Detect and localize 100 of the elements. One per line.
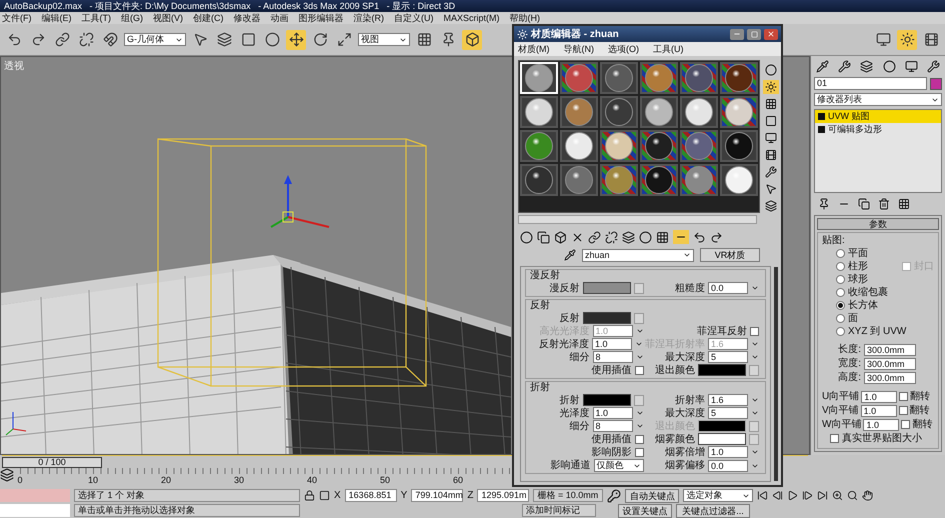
menu-item[interactable]: 选项(O) bbox=[608, 43, 639, 55]
checkbox[interactable] bbox=[830, 434, 839, 443]
spinner-field[interactable]: 0.0 bbox=[708, 282, 748, 294]
sample-sphere-icon[interactable] bbox=[765, 64, 777, 76]
utilities-icon[interactable] bbox=[926, 60, 940, 73]
go-to-parent-icon[interactable] bbox=[693, 230, 706, 244]
radio-button[interactable] bbox=[836, 326, 845, 336]
material-sample-slot[interactable] bbox=[520, 96, 558, 128]
time-slider-thumb[interactable]: 0 / 100 bbox=[2, 456, 102, 468]
spinner-field[interactable]: 1.0 bbox=[860, 404, 897, 416]
horizontal-scrollbar[interactable] bbox=[518, 215, 757, 224]
box-icon[interactable] bbox=[464, 32, 480, 47]
radio-button[interactable] bbox=[836, 300, 845, 310]
menu-item[interactable]: 动画 bbox=[270, 12, 288, 24]
spinner-field[interactable]: 300.0mm bbox=[864, 344, 916, 356]
reference-coordinate-dropdown[interactable]: 视图 bbox=[358, 33, 410, 46]
selection-filter-dropdown[interactable]: G-几何体 bbox=[124, 33, 186, 46]
pin-stack-icon[interactable] bbox=[818, 198, 830, 210]
checkbox[interactable] bbox=[634, 366, 644, 374]
spinner-field[interactable]: 1.0 bbox=[592, 407, 632, 419]
checker-background-icon[interactable] bbox=[765, 98, 777, 110]
menu-item[interactable]: 材质(M) bbox=[518, 43, 550, 55]
menu-item[interactable]: 文件(F) bbox=[2, 12, 32, 24]
radio-button[interactable] bbox=[836, 248, 845, 258]
unlink-icon[interactable] bbox=[78, 32, 94, 47]
redo-icon[interactable] bbox=[30, 32, 46, 47]
minimize-button[interactable] bbox=[730, 28, 744, 40]
material-sample-slot[interactable] bbox=[600, 130, 638, 162]
rollout-header[interactable]: 参数 bbox=[817, 218, 939, 230]
maximize-button[interactable] bbox=[747, 28, 761, 40]
spinner-arrows-icon[interactable] bbox=[751, 284, 759, 292]
radio-button[interactable] bbox=[836, 274, 845, 284]
remove-modifier-icon[interactable] bbox=[878, 198, 890, 210]
material-sample-slot[interactable] bbox=[720, 96, 758, 128]
spinner-field[interactable]: 8 bbox=[592, 351, 632, 363]
previous-frame-icon[interactable] bbox=[772, 490, 784, 501]
spinner-field[interactable]: 1.0 bbox=[863, 418, 900, 430]
checkbox[interactable] bbox=[898, 406, 908, 415]
play-icon[interactable] bbox=[787, 490, 798, 501]
spinner-field[interactable]: 1.0 bbox=[708, 446, 748, 458]
menu-item[interactable]: 渲染(R) bbox=[354, 12, 384, 24]
close-button[interactable] bbox=[764, 28, 778, 40]
color-swatch[interactable] bbox=[582, 394, 630, 406]
pick-material-icon[interactable] bbox=[564, 249, 576, 261]
material-sample-slot[interactable] bbox=[640, 130, 678, 162]
spinner-field[interactable]: 1.6 bbox=[708, 394, 748, 406]
lock-icon[interactable] bbox=[304, 490, 315, 501]
spinner-field[interactable]: 0.0 bbox=[708, 460, 748, 472]
menu-item[interactable]: 创建(C) bbox=[193, 12, 224, 24]
backlight-icon[interactable] bbox=[765, 81, 777, 93]
material-sample-slot[interactable] bbox=[640, 164, 678, 196]
object-color-swatch[interactable] bbox=[930, 78, 942, 90]
menu-item[interactable]: 导航(N) bbox=[564, 43, 594, 55]
modifier-list-dropdown[interactable]: 修改器列表 bbox=[814, 93, 942, 106]
material-sample-slot[interactable] bbox=[640, 96, 678, 128]
select-by-name-icon[interactable] bbox=[216, 32, 232, 47]
menu-item[interactable]: 图形编辑器 bbox=[298, 12, 344, 24]
color-swatch[interactable] bbox=[582, 282, 630, 294]
time-slider-track[interactable]: 0 / 100 bbox=[2, 456, 507, 468]
modify-icon[interactable] bbox=[838, 60, 852, 73]
radio-button[interactable] bbox=[836, 288, 845, 296]
spinner-field[interactable]: 8 bbox=[592, 420, 632, 432]
link-icon[interactable] bbox=[54, 32, 70, 47]
material-name-dropdown[interactable]: zhuan bbox=[582, 248, 694, 262]
key-filters-button[interactable]: 关键点过滤器... bbox=[676, 504, 750, 518]
checkbox[interactable] bbox=[634, 434, 644, 444]
go-to-end-icon[interactable] bbox=[817, 490, 828, 501]
menu-item[interactable]: 工具(T) bbox=[82, 12, 111, 24]
menu-item[interactable]: 工具(U) bbox=[653, 43, 684, 55]
modifier-stack-item[interactable]: UVW 贴图 bbox=[815, 110, 941, 123]
color-swatch[interactable] bbox=[582, 312, 630, 324]
display-icon[interactable] bbox=[904, 60, 918, 73]
radio-button[interactable] bbox=[836, 314, 845, 322]
go-to-start-icon[interactable] bbox=[757, 490, 768, 501]
material-sample-slot[interactable] bbox=[720, 130, 758, 162]
scale-icon[interactable] bbox=[336, 32, 352, 47]
script-output-field[interactable] bbox=[0, 504, 70, 517]
menu-item[interactable]: MAXScript(M) bbox=[444, 12, 500, 24]
vertical-scrollbar[interactable] bbox=[774, 267, 778, 481]
color-swatch[interactable] bbox=[698, 433, 746, 445]
key-icon[interactable] bbox=[607, 488, 622, 502]
checkbox[interactable] bbox=[899, 392, 908, 401]
coordinate-field[interactable]: 16368.851 bbox=[344, 489, 397, 502]
selection-set-dropdown[interactable]: 选定对象 bbox=[683, 489, 754, 502]
material-sample-slot[interactable] bbox=[720, 164, 758, 196]
spinner-field[interactable]: 1.0 bbox=[861, 390, 898, 402]
menu-item[interactable]: 组(G) bbox=[121, 12, 143, 24]
spinner-field[interactable]: 5 bbox=[708, 351, 748, 363]
checkbox[interactable] bbox=[634, 448, 644, 456]
coordinate-field[interactable]: 799.104mm bbox=[411, 489, 464, 502]
auto-key-button[interactable]: 自动关键点 bbox=[625, 488, 680, 502]
go-forward-icon[interactable] bbox=[710, 230, 723, 244]
script-listener-field[interactable] bbox=[0, 489, 70, 502]
spinner-field[interactable]: 5 bbox=[708, 407, 748, 419]
menu-item[interactable]: 修改器 bbox=[234, 12, 260, 24]
material-sample-slot[interactable] bbox=[680, 96, 718, 128]
checkbox[interactable] bbox=[750, 326, 759, 336]
zoom-icon[interactable] bbox=[832, 490, 844, 501]
modifier-stack-item[interactable]: 可编辑多边形 bbox=[815, 123, 941, 136]
color-swatch[interactable] bbox=[698, 364, 746, 376]
